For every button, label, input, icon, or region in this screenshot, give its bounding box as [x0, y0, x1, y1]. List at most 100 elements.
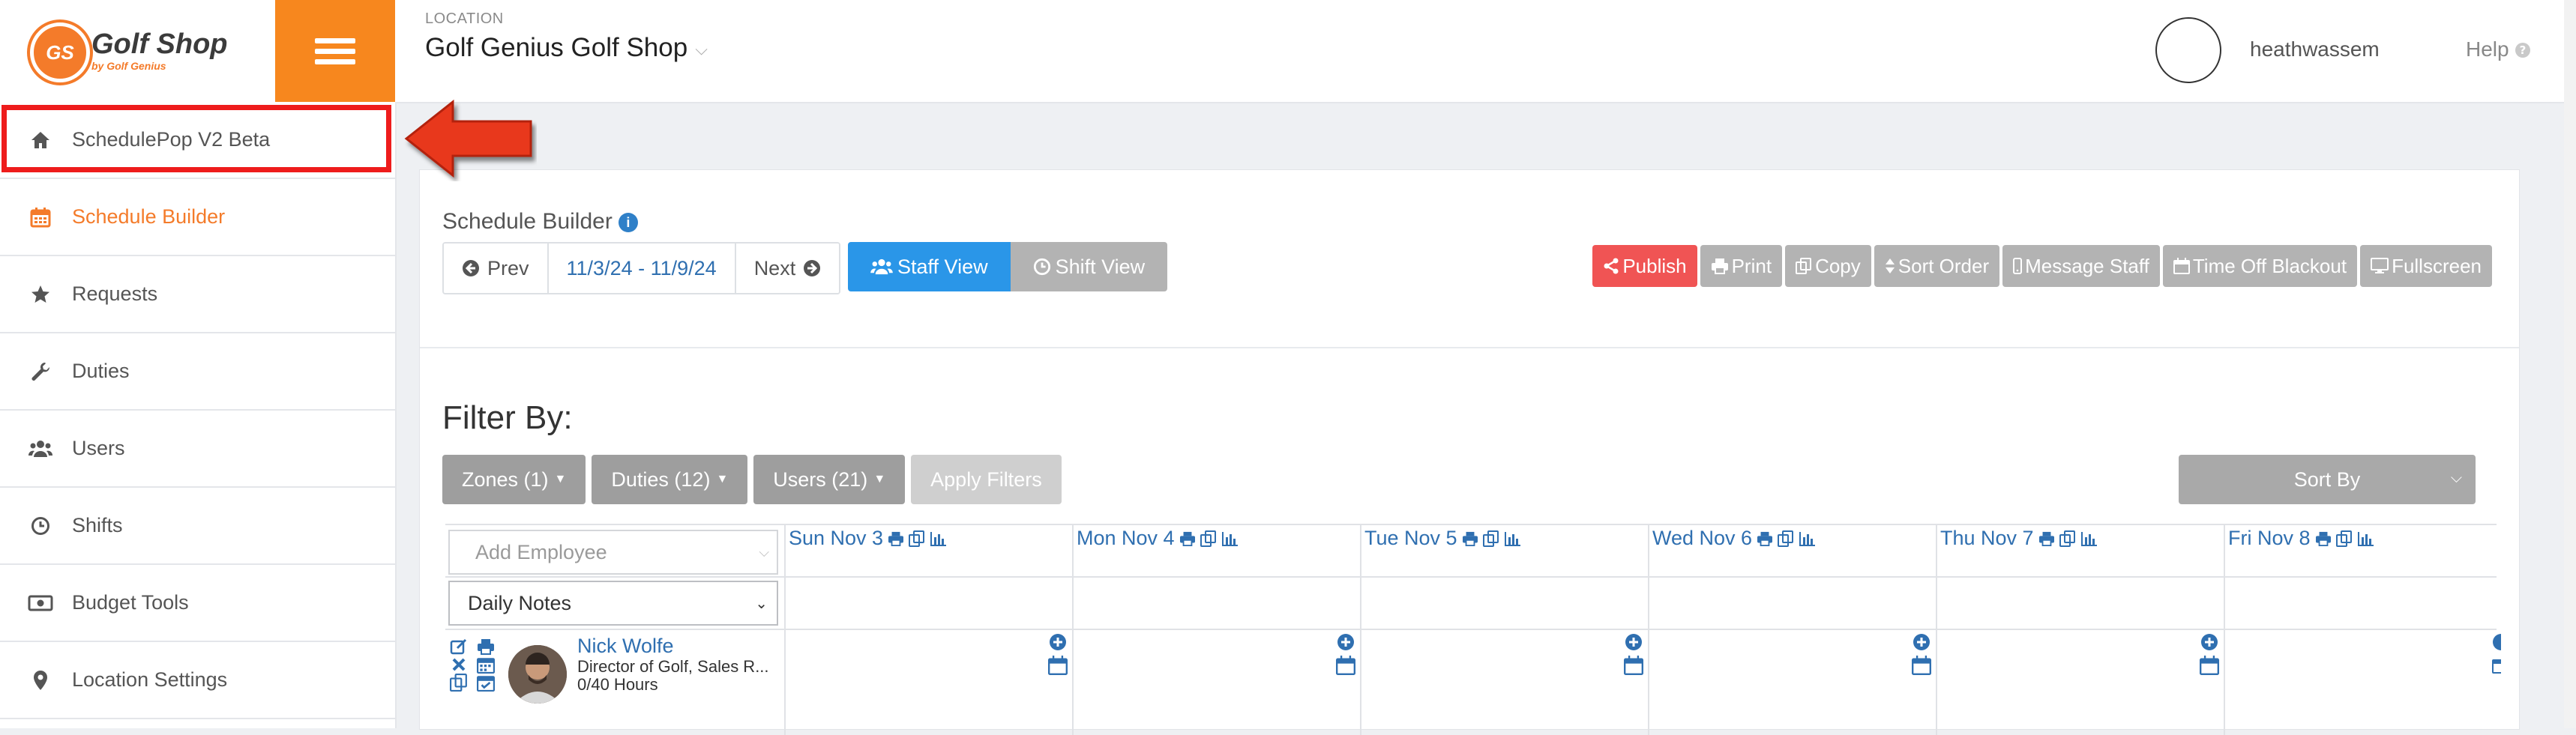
- print-icon[interactable]: [1179, 531, 1196, 546]
- employee-name-link[interactable]: Nick Wolfe: [577, 635, 674, 658]
- apply-filters-button[interactable]: Apply Filters: [911, 455, 1062, 504]
- add-employee-select[interactable]: Add Employee ⌵: [448, 530, 778, 575]
- help-label: Help: [2466, 37, 2509, 61]
- plus-circle-icon[interactable]: [1337, 633, 1355, 651]
- help-link[interactable]: Help ?: [2466, 37, 2531, 61]
- plus-circle-icon[interactable]: [1049, 633, 1067, 651]
- print-icon[interactable]: [1462, 531, 1478, 546]
- filter-title: Filter By:: [442, 399, 573, 436]
- username[interactable]: heathwassem: [2250, 37, 2380, 61]
- shift-view-button[interactable]: Shift View: [1010, 242, 1168, 291]
- logo[interactable]: GS Golf Shop by Golf Genius: [0, 0, 275, 102]
- bar-chart-icon[interactable]: [1799, 530, 1817, 547]
- cell-actions: [2492, 633, 2501, 675]
- calendar-icon[interactable]: [2492, 656, 2501, 675]
- info-icon[interactable]: i: [618, 213, 638, 233]
- bar-chart-icon[interactable]: [930, 530, 948, 547]
- day-header[interactable]: Fri Nov 8: [2228, 527, 2375, 550]
- edit-icon[interactable]: [450, 638, 468, 656]
- duties-filter-button[interactable]: Duties (12) ▼: [592, 455, 748, 504]
- sort-order-button[interactable]: Sort Order: [1874, 245, 2000, 287]
- caret-down-icon: ▼: [873, 473, 886, 486]
- copy-icon[interactable]: [450, 674, 468, 692]
- location-selector[interactable]: Golf Genius Golf Shop ⌵: [425, 33, 708, 63]
- print-icon[interactable]: [1757, 531, 1773, 546]
- prev-button[interactable]: Prev: [444, 244, 549, 293]
- sidebar-item-schedule-builder[interactable]: Schedule Builder: [0, 179, 395, 256]
- sidebar-item-shifts[interactable]: Shifts: [0, 488, 395, 565]
- copy-icon[interactable]: [2335, 530, 2353, 547]
- calendar-check-icon[interactable]: [477, 674, 495, 692]
- users-filter-button[interactable]: Users (21) ▼: [753, 455, 906, 504]
- zones-filter-button[interactable]: Zones (1) ▼: [442, 455, 586, 504]
- bar-chart-icon[interactable]: [1221, 530, 1239, 547]
- share-icon: [1604, 258, 1619, 274]
- map-marker-icon: [25, 670, 55, 691]
- copy-icon[interactable]: [1482, 530, 1499, 547]
- logo-title: Golf Shop: [91, 28, 228, 60]
- day-header[interactable]: Thu Nov 7: [1940, 527, 2098, 550]
- plus-circle-icon[interactable]: [1913, 633, 1931, 651]
- print-icon[interactable]: [2038, 531, 2055, 546]
- sidebar-item-users[interactable]: Users: [0, 411, 395, 488]
- print-icon[interactable]: [2315, 531, 2332, 546]
- sort-icon: [1885, 258, 1895, 273]
- sidebar-item-label: Schedule Builder: [72, 205, 226, 228]
- sidebar-item-duties[interactable]: Duties: [0, 333, 395, 411]
- arrow-left-circle-icon: [463, 260, 479, 276]
- users-icon: [25, 439, 55, 459]
- copy-button[interactable]: Copy: [1785, 245, 1871, 287]
- day-column: Thu Nov 7: [1936, 525, 2225, 735]
- day-header[interactable]: Sun Nov 3: [789, 527, 948, 550]
- calendar-icon[interactable]: [1912, 656, 1931, 675]
- calendar-icon[interactable]: [1336, 656, 1355, 675]
- calendar-icon[interactable]: [2200, 656, 2219, 675]
- copy-icon[interactable]: [2059, 530, 2076, 547]
- print-icon[interactable]: [477, 638, 495, 656]
- staff-view-button[interactable]: Staff View: [848, 242, 1011, 291]
- message-staff-button[interactable]: Message Staff: [2002, 245, 2160, 287]
- day-header[interactable]: Tue Nov 5: [1364, 527, 1522, 550]
- day-column: Mon Nov 4: [1072, 525, 1361, 735]
- print-icon[interactable]: [888, 531, 904, 546]
- schedule-grid: Add Employee ⌵ Daily Notes ⌄ Nick Wolfe …: [445, 524, 2501, 735]
- bar-chart-icon[interactable]: [2357, 530, 2375, 547]
- day-column: Sun Nov 3: [784, 525, 1074, 735]
- employee-title: Director of Golf, Sales R...: [577, 657, 769, 676]
- plus-circle-icon[interactable]: [2200, 633, 2218, 651]
- print-button[interactable]: Print: [1700, 245, 1783, 287]
- publish-button[interactable]: Publish: [1592, 245, 1697, 287]
- day-header[interactable]: Mon Nov 4: [1077, 527, 1239, 550]
- sidebar-menu: SchedulePop V2 Beta Schedule Builder Req…: [0, 102, 395, 719]
- avatar[interactable]: [2155, 17, 2221, 83]
- sidebar-item-requests[interactable]: Requests: [0, 256, 395, 333]
- copy-icon[interactable]: [1200, 530, 1217, 547]
- cell-actions: [1624, 633, 1643, 675]
- sidebar-item-label: Budget Tools: [72, 591, 189, 614]
- calendar-icon[interactable]: [477, 656, 495, 674]
- daily-notes-select[interactable]: Daily Notes ⌄: [448, 581, 778, 626]
- plus-circle-icon[interactable]: [1625, 633, 1643, 651]
- bar-chart-icon[interactable]: [2080, 530, 2098, 547]
- next-button[interactable]: Next: [735, 244, 840, 293]
- calendar-icon[interactable]: [1048, 656, 1068, 675]
- day-header[interactable]: Wed Nov 6: [1652, 527, 1817, 550]
- date-range-picker[interactable]: 11/3/24 - 11/9/24: [548, 244, 736, 293]
- copy-icon[interactable]: [1778, 530, 1794, 547]
- sidebar-item-label: Duties: [72, 360, 130, 382]
- copy-icon[interactable]: [909, 530, 925, 547]
- scrollbar[interactable]: [2564, 0, 2576, 728]
- fullscreen-button[interactable]: Fullscreen: [2360, 245, 2492, 287]
- time-off-blackout-button[interactable]: Time Off Blackout: [2162, 245, 2358, 287]
- calendar-icon[interactable]: [1624, 656, 1643, 675]
- cell-actions: [1336, 633, 1355, 675]
- plus-circle-icon[interactable]: [2492, 633, 2501, 651]
- remove-icon[interactable]: [450, 656, 468, 674]
- sort-by-select[interactable]: Sort By ⌵: [2179, 455, 2476, 504]
- bar-chart-icon[interactable]: [1504, 530, 1522, 547]
- day-column: Wed Nov 6: [1648, 525, 1937, 735]
- hamburger-menu-button[interactable]: [275, 0, 395, 102]
- sidebar-item-location-settings[interactable]: Location Settings: [0, 642, 395, 719]
- copy-icon: [1796, 258, 1812, 274]
- sidebar-item-budget-tools[interactable]: Budget Tools: [0, 565, 395, 642]
